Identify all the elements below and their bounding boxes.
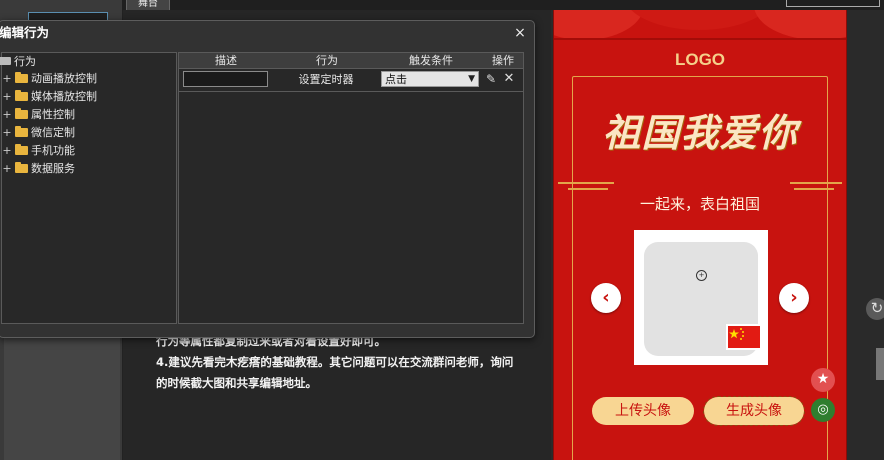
expand-icon[interactable]: + [2,124,12,141]
folder-icon [15,108,28,119]
folder-icon [15,126,28,137]
star-plus-icon[interactable]: ★ [811,368,835,392]
tree-item-media[interactable]: + 媒体播放控制 [2,88,97,105]
folder-icon [15,72,28,83]
cloud-line-decoration [790,182,842,184]
target-icon[interactable]: ◎ [811,398,835,422]
pencil-icon[interactable]: ✎ [484,71,498,87]
top-bar [122,0,884,10]
expand-icon[interactable]: + [2,142,12,159]
tree-item-property[interactable]: + 属性控制 [2,106,75,123]
crosshair-icon: + [696,270,707,281]
tree-root-label: 行为 [14,55,36,68]
edit-behavior-dialog: 编辑行为 × 行为 + 动画播放控制 + 媒体播放控制 + 属性控制 + 微信定制 + 手… [0,20,535,338]
tree-item-label: 手机功能 [31,144,75,157]
row-divider [179,91,523,92]
cloud-decoration [754,10,846,40]
action-cell: 设置定时器 [298,73,354,86]
column-header: 行为 [316,54,338,67]
column-header: 操作 [492,54,514,67]
logo: LOGO [674,50,726,69]
tree-item-label: 数据服务 [31,162,75,175]
trigger-select[interactable]: 点击 ▼ [381,71,479,87]
china-flag-icon [726,324,762,350]
tree-item-label: 属性控制 [31,108,75,121]
next-arrow-button[interactable]: › [779,283,809,313]
computer-icon [0,57,11,65]
note-line: 4.建议先看完木疙瘩的基础教程。其它问题可以在交流群问老师，询问 [156,355,514,369]
scrollbar[interactable] [876,348,884,380]
tree-item-wechat[interactable]: + 微信定制 [2,124,75,141]
tree-item-label: 媒体播放控制 [31,90,97,103]
cloud-line-decoration [794,188,834,190]
page-title: 祖国我爱你 [602,110,798,155]
loading-icon[interactable]: ↻ [866,298,884,320]
expand-icon[interactable]: + [2,106,12,123]
tree-root[interactable]: 行为 [0,53,36,70]
folder-icon [15,90,28,101]
tree-item-label: 动画播放控制 [31,72,97,85]
chevron-down-icon: ▼ [468,74,475,84]
phone-preview: LOGO 祖国我爱你 一起来，表白祖国 + ‹ › 上传头像 生成头像 [553,10,847,460]
divider [554,38,846,40]
behavior-grid: 描述 行为 触发条件 操作 设置定时器 点击 ▼ ✎ ✕ [178,52,524,324]
cloud-line-decoration [558,182,614,184]
trigger-select-value: 点击 [385,73,407,86]
close-button[interactable]: × [511,22,529,44]
generate-avatar-button[interactable]: 生成头像 [703,396,805,426]
tree-item-animation[interactable]: + 动画播放控制 [2,70,97,87]
subtitle: 一起来，表白祖国 [639,195,760,213]
cloud-decoration [624,10,774,30]
description-input[interactable] [183,71,268,87]
close-icon[interactable]: ✕ [502,71,516,87]
folder-icon [15,144,28,155]
expand-icon[interactable]: + [2,70,12,87]
column-header: 触发条件 [409,54,453,67]
tree-item-label: 微信定制 [31,126,75,139]
tree-item-phone[interactable]: + 手机功能 [2,142,75,159]
folder-icon [15,162,28,173]
dialog-title: 编辑行为 [0,25,50,40]
cloud-line-decoration [568,188,608,190]
upload-avatar-button[interactable]: 上传头像 [592,397,694,425]
prev-arrow-button[interactable]: ‹ [591,283,621,313]
expand-icon[interactable]: + [2,88,12,105]
column-header: 描述 [215,54,237,67]
avatar-frame[interactable]: + [634,230,768,365]
cloud-decoration [554,10,644,40]
grid-header: 描述 行为 触发条件 操作 [179,53,523,69]
tree-item-data[interactable]: + 数据服务 [2,160,75,177]
top-right-control[interactable] [786,0,880,7]
behavior-tree: 行为 + 动画播放控制 + 媒体播放控制 + 属性控制 + 微信定制 + 手机功能 + 数据… [0,52,177,324]
left-panel-strip [4,330,120,460]
expand-icon[interactable]: + [2,160,12,177]
note-line: 的时候截大图和共享编辑地址。 [156,376,317,390]
